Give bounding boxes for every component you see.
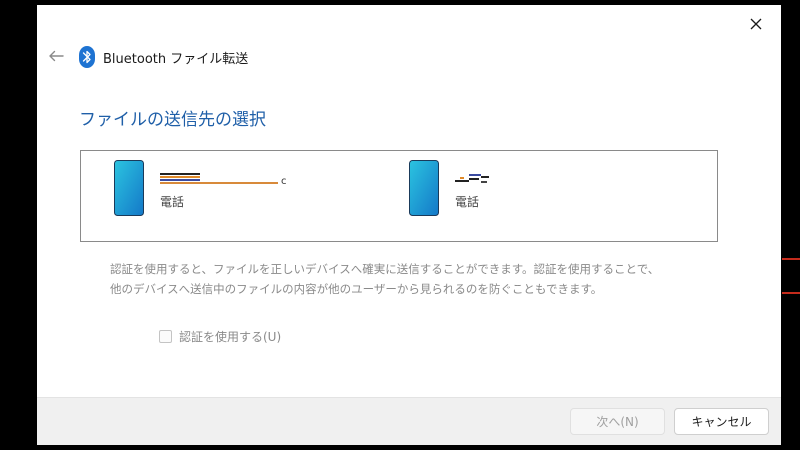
device-item-2[interactable]: 電話 (409, 160, 639, 220)
dialog-footer: 次へ(N) キャンセル (37, 397, 781, 445)
authentication-description: 認証を使用すると、ファイルを正しいデバイスへ確実に送信することができます。認証を… (110, 259, 710, 299)
bluetooth-transfer-dialog: Bluetooth ファイル転送 ファイルの送信先の選択 c 電話 電話 認証を… (37, 5, 781, 445)
background-edge-mark (782, 258, 800, 260)
back-button[interactable] (43, 43, 69, 69)
bluetooth-icon (79, 46, 95, 68)
background-edge-mark (782, 292, 800, 294)
device-item-1[interactable]: c 電話 (114, 160, 344, 220)
use-authentication-checkbox[interactable]: 認証を使用する(U) (159, 328, 281, 345)
use-authentication-label: 認証を使用する(U) (179, 330, 282, 344)
close-icon (750, 18, 762, 30)
next-button[interactable]: 次へ(N) (570, 408, 665, 435)
phone-icon (114, 160, 144, 216)
dialog-header: Bluetooth ファイル転送 (79, 45, 248, 69)
device-type-label: 電話 (455, 195, 480, 209)
dialog-title: Bluetooth ファイル転送 (103, 51, 249, 67)
cancel-button[interactable]: キャンセル (674, 408, 769, 435)
checkbox-box[interactable] (159, 330, 172, 343)
phone-icon (409, 160, 439, 216)
close-button[interactable] (739, 9, 773, 39)
device-name-redacted (455, 174, 489, 183)
description-line: 認証を使用すると、ファイルを正しいデバイスへ確実に送信することができます。認証を… (110, 262, 660, 276)
screen: Bluetooth ファイル転送 ファイルの送信先の選択 c 電話 電話 認証を… (0, 0, 800, 450)
device-name-redacted: c (160, 173, 287, 186)
page-heading: ファイルの送信先の選択 (79, 110, 266, 130)
device-type-label: 電話 (160, 195, 185, 209)
description-line: 他のデバイスへ送信中のファイルの内容が他のユーザーから見られるのを防ぐこともでき… (110, 282, 603, 296)
svg-text:c: c (281, 176, 287, 186)
device-list: c 電話 電話 (80, 150, 718, 242)
back-arrow-icon (49, 50, 64, 62)
